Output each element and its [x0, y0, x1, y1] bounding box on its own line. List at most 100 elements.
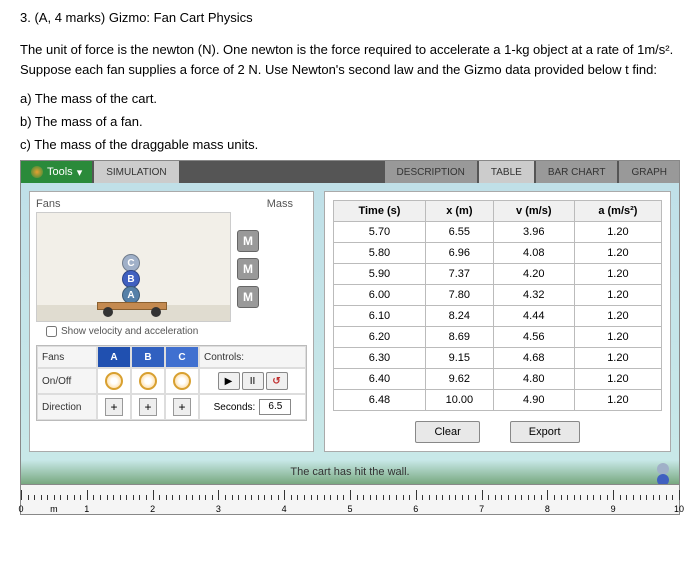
direction-b[interactable]: +	[139, 398, 157, 416]
controls-grid: Fans A B C Controls: On/Off ▶ II ↺ Direc…	[36, 345, 307, 421]
ruler-tick-label: 5	[347, 504, 352, 514]
reset-button[interactable]: ↺	[266, 372, 288, 390]
status-message: The cart has hit the wall.	[21, 460, 679, 484]
seconds-input[interactable]: 6.5	[259, 399, 291, 415]
table-cell: 1.20	[574, 222, 661, 243]
table-cell: 4.56	[493, 327, 574, 348]
question-header: 3. (A, 4 marks) Gizmo: Fan Cart Physics	[20, 10, 680, 25]
table-row: 6.007.804.321.20	[334, 285, 662, 306]
mass-unit-2[interactable]: M	[237, 258, 259, 280]
gizmo-app: Tools ▾ SIMULATION DESCRIPTION TABLE BAR…	[20, 160, 680, 515]
simulation-canvas[interactable]: A B C	[36, 212, 231, 322]
table-cell: 1.20	[574, 369, 661, 390]
table-cell: 6.96	[425, 243, 493, 264]
table-cell: 8.69	[425, 327, 493, 348]
table-cell: 5.70	[334, 222, 426, 243]
table-cell: 6.20	[334, 327, 426, 348]
table-row: 6.309.154.681.20	[334, 348, 662, 369]
fan-header-a: A	[97, 346, 131, 368]
table-row: 6.409.624.801.20	[334, 369, 662, 390]
table-panel: Time (s)x (m)v (m/s)a (m/s²) 5.706.553.9…	[324, 191, 671, 452]
table-cell: 5.80	[334, 243, 426, 264]
clear-button[interactable]: Clear	[415, 421, 479, 443]
fans-label: Fans	[36, 198, 60, 210]
table-row: 5.907.374.201.20	[334, 264, 662, 285]
cart[interactable]	[97, 302, 167, 310]
ruler-tick-label: 8	[545, 504, 550, 514]
tools-icon	[31, 166, 43, 178]
onoff-b[interactable]	[139, 372, 157, 390]
ruler-tick-label: 3	[216, 504, 221, 514]
seconds-label: Seconds:	[214, 402, 256, 413]
tools-dropdown[interactable]: Tools ▾	[21, 161, 92, 183]
column-header: a (m/s²)	[574, 201, 661, 222]
ruler-unit-label: m	[50, 504, 58, 514]
simulation-panel: Fans Mass A B C M M	[29, 191, 314, 452]
question-parts: a) The mass of the cart. b) The mass of …	[20, 89, 680, 155]
toolbar: Tools ▾ SIMULATION DESCRIPTION TABLE BAR…	[21, 161, 679, 183]
table-cell: 5.90	[334, 264, 426, 285]
direction-row-label: Direction	[37, 394, 97, 420]
table-cell: 4.20	[493, 264, 574, 285]
table-cell: 8.24	[425, 306, 493, 327]
fans-row-label: Fans	[37, 346, 97, 368]
cart-fan-stack: A B C	[122, 254, 140, 302]
pause-button[interactable]: II	[242, 372, 264, 390]
column-header: v (m/s)	[493, 201, 574, 222]
mass-unit-1[interactable]: M	[237, 230, 259, 252]
onoff-a[interactable]	[105, 372, 123, 390]
play-button[interactable]: ▶	[218, 372, 240, 390]
export-button[interactable]: Export	[510, 421, 580, 443]
tab-graph[interactable]: GRAPH	[619, 161, 679, 183]
table-cell: 6.40	[334, 369, 426, 390]
table-row: 5.806.964.081.20	[334, 243, 662, 264]
ruler-tick-label: 10	[674, 504, 684, 514]
table-cell: 6.10	[334, 306, 426, 327]
data-table: Time (s)x (m)v (m/s)a (m/s²) 5.706.553.9…	[333, 200, 662, 411]
tab-description[interactable]: DESCRIPTION	[385, 161, 477, 183]
table-cell: 3.96	[493, 222, 574, 243]
ruler-tick-label: 4	[282, 504, 287, 514]
mass-label: Mass	[267, 198, 293, 210]
table-cell: 9.62	[425, 369, 493, 390]
controls-label: Controls:	[199, 346, 306, 368]
table-cell: 4.68	[493, 348, 574, 369]
column-header: Time (s)	[334, 201, 426, 222]
table-cell: 10.00	[425, 390, 493, 411]
table-cell: 6.00	[334, 285, 426, 306]
table-cell: 1.20	[574, 285, 661, 306]
table-cell: 1.20	[574, 390, 661, 411]
table-cell: 9.15	[425, 348, 493, 369]
tab-bar-chart[interactable]: BAR CHART	[536, 161, 618, 183]
ruler-tick-label: 0	[18, 504, 23, 514]
ruler-tick-label: 6	[413, 504, 418, 514]
table-row: 5.706.553.961.20	[334, 222, 662, 243]
tab-simulation[interactable]: SIMULATION	[94, 161, 178, 183]
ruler-tick-label: 1	[84, 504, 89, 514]
mass-unit-3[interactable]: M	[237, 286, 259, 308]
question-body: The unit of force is the newton (N). One…	[20, 40, 680, 79]
table-cell: 1.20	[574, 327, 661, 348]
table-cell: 1.20	[574, 348, 661, 369]
show-velocity-checkbox[interactable]	[46, 326, 57, 337]
onoff-c[interactable]	[173, 372, 191, 390]
table-cell: 4.80	[493, 369, 574, 390]
tab-table[interactable]: TABLE	[479, 161, 534, 183]
table-cell: 1.20	[574, 306, 661, 327]
table-cell: 6.30	[334, 348, 426, 369]
fan-header-b: B	[131, 346, 165, 368]
ruler: 012345678910m	[21, 484, 679, 514]
direction-c[interactable]: +	[173, 398, 191, 416]
table-cell: 4.32	[493, 285, 574, 306]
table-cell: 4.90	[493, 390, 574, 411]
wheel-icon	[151, 307, 161, 317]
wheel-icon	[103, 307, 113, 317]
direction-a[interactable]: +	[105, 398, 123, 416]
fan-header-c: C	[165, 346, 199, 368]
column-header: x (m)	[425, 201, 493, 222]
table-cell: 1.20	[574, 264, 661, 285]
table-cell: 7.80	[425, 285, 493, 306]
table-cell: 1.20	[574, 243, 661, 264]
table-row: 6.4810.004.901.20	[334, 390, 662, 411]
table-cell: 4.08	[493, 243, 574, 264]
